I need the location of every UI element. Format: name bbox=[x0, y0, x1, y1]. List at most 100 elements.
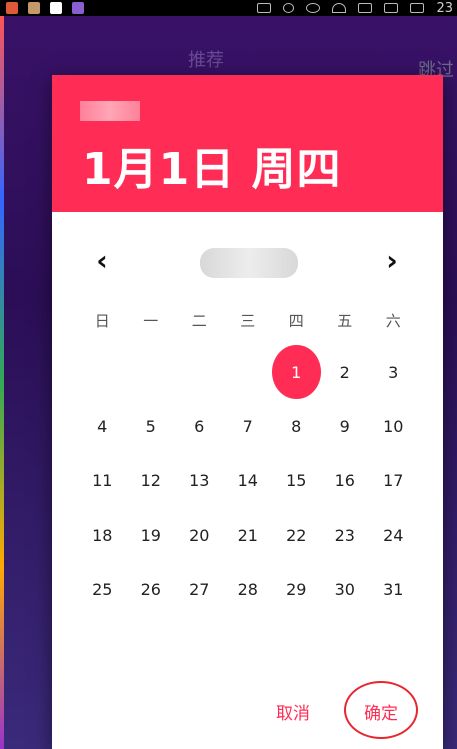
month-navigation: ‹ › bbox=[52, 212, 443, 304]
eye-icon bbox=[306, 3, 321, 13]
day-number: 28 bbox=[237, 580, 258, 600]
day-cell[interactable]: 21 bbox=[224, 508, 273, 562]
day-number: 11 bbox=[92, 471, 113, 491]
weekday-label: 二 bbox=[191, 312, 207, 330]
day-cell[interactable]: 26 bbox=[127, 563, 176, 617]
status-time: 23 bbox=[436, 0, 453, 16]
weekday-label: 一 bbox=[143, 312, 159, 330]
weekday-label: 六 bbox=[385, 312, 401, 330]
day-cell[interactable]: 12 bbox=[127, 454, 176, 508]
day-cell[interactable]: 15 bbox=[272, 454, 321, 508]
day-cell[interactable]: 29 bbox=[272, 563, 321, 617]
date-picker-header: 1月1日 周四 bbox=[52, 75, 443, 212]
background-title: 推荐 bbox=[188, 50, 224, 71]
day-number: 13 bbox=[189, 471, 210, 491]
day-number: 2 bbox=[339, 362, 350, 382]
day-number: 10 bbox=[383, 417, 404, 437]
day-number: 30 bbox=[334, 580, 355, 600]
battery-icon bbox=[410, 3, 425, 13]
signal-icon bbox=[384, 3, 399, 13]
day-cell[interactable]: 4 bbox=[78, 399, 127, 453]
app-notification-icon bbox=[50, 2, 62, 14]
empty-day-cell bbox=[127, 345, 176, 399]
day-number: 9 bbox=[339, 417, 350, 437]
year-label-blurred[interactable] bbox=[80, 101, 140, 121]
day-cell[interactable]: 8 bbox=[272, 399, 321, 453]
day-number: 25 bbox=[92, 580, 113, 600]
day-cell[interactable]: 24 bbox=[369, 508, 418, 562]
day-number: 5 bbox=[145, 417, 156, 437]
empty-day-cell bbox=[175, 345, 224, 399]
wifi-icon bbox=[332, 3, 347, 13]
day-number: 14 bbox=[237, 471, 258, 491]
day-cell[interactable]: 27 bbox=[175, 563, 224, 617]
calendar-grid: 1 2 3 4 5 6 7 8 9 10 11 12 13 14 15 16 17 18 19 20 21 22 23 24 2… bbox=[78, 345, 418, 617]
day-cell[interactable]: 20 bbox=[175, 508, 224, 562]
day-cell[interactable]: 13 bbox=[175, 454, 224, 508]
day-number: 6 bbox=[194, 417, 205, 437]
day-number: 7 bbox=[242, 417, 253, 437]
day-cell[interactable]: 5 bbox=[127, 399, 176, 453]
day-number: 22 bbox=[286, 525, 307, 545]
month-title-blurred bbox=[200, 248, 298, 278]
weekday-label: 五 bbox=[337, 312, 353, 330]
empty-day-cell bbox=[78, 345, 127, 399]
weekday-label: 日 bbox=[94, 312, 110, 330]
day-cell[interactable]: 23 bbox=[321, 508, 370, 562]
day-number: 18 bbox=[92, 525, 113, 545]
day-number: 15 bbox=[286, 471, 307, 491]
day-number: 20 bbox=[189, 525, 210, 545]
day-number: 17 bbox=[383, 471, 404, 491]
day-cell[interactable]: 9 bbox=[321, 399, 370, 453]
day-cell[interactable]: 25 bbox=[78, 563, 127, 617]
app-notification-icon bbox=[72, 2, 84, 14]
empty-day-cell bbox=[224, 345, 273, 399]
notification-icons bbox=[0, 2, 84, 14]
dialog-actions: 取消 确定 bbox=[52, 673, 443, 749]
day-cell[interactable]: 6 bbox=[175, 399, 224, 453]
annotation-circle bbox=[344, 681, 418, 739]
weekday-label: 三 bbox=[240, 312, 256, 330]
day-cell[interactable]: 31 bbox=[369, 563, 418, 617]
day-cell[interactable]: 28 bbox=[224, 563, 273, 617]
weekday-label: 四 bbox=[288, 312, 304, 330]
app-notification-icon bbox=[28, 2, 40, 14]
cancel-button[interactable]: 取消 bbox=[276, 699, 310, 724]
day-cell[interactable]: 2 bbox=[321, 345, 370, 399]
day-cell[interactable]: 10 bbox=[369, 399, 418, 453]
day-number: 19 bbox=[140, 525, 161, 545]
day-number: 21 bbox=[237, 525, 258, 545]
system-icons: 23 bbox=[257, 1, 457, 16]
day-number: 26 bbox=[140, 580, 161, 600]
chevron-right-icon[interactable]: › bbox=[374, 242, 410, 278]
day-number: 29 bbox=[286, 580, 307, 600]
alarm-icon bbox=[283, 3, 295, 13]
day-number: 12 bbox=[140, 471, 161, 491]
weekday-header: 日一二三四五六 bbox=[78, 311, 418, 331]
day-number: 27 bbox=[189, 580, 210, 600]
day-number: 1 bbox=[272, 345, 321, 400]
chevron-left-icon[interactable]: ‹ bbox=[84, 242, 120, 278]
selected-day-cell[interactable]: 1 bbox=[272, 345, 321, 400]
day-cell[interactable]: 19 bbox=[127, 508, 176, 562]
day-number: 4 bbox=[97, 417, 108, 437]
day-cell[interactable]: 7 bbox=[224, 399, 273, 453]
day-cell[interactable]: 14 bbox=[224, 454, 273, 508]
day-number: 8 bbox=[291, 417, 302, 437]
signal-icon bbox=[358, 3, 373, 13]
day-cell[interactable]: 11 bbox=[78, 454, 127, 508]
day-cell[interactable]: 3 bbox=[369, 345, 418, 399]
day-cell[interactable]: 22 bbox=[272, 508, 321, 562]
day-number: 31 bbox=[383, 580, 404, 600]
day-cell[interactable]: 18 bbox=[78, 508, 127, 562]
day-cell[interactable]: 30 bbox=[321, 563, 370, 617]
day-cell[interactable]: 17 bbox=[369, 454, 418, 508]
day-number: 24 bbox=[383, 525, 404, 545]
day-cell[interactable]: 16 bbox=[321, 454, 370, 508]
day-number: 16 bbox=[334, 471, 355, 491]
app-notification-icon bbox=[6, 2, 18, 14]
day-number: 23 bbox=[334, 525, 355, 545]
selected-date-label[interactable]: 1月1日 周四 bbox=[82, 133, 342, 197]
vibrate-icon bbox=[257, 3, 272, 13]
status-bar: 23 bbox=[0, 0, 457, 16]
